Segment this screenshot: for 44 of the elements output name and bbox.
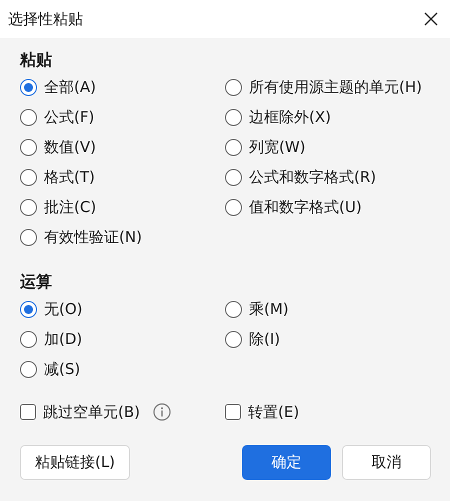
radio-button[interactable] xyxy=(20,228,37,246)
checkbox-label[interactable]: 转置(E) xyxy=(248,402,300,422)
radio-button[interactable] xyxy=(225,330,242,348)
confirm-button[interactable]: 确定 xyxy=(242,445,331,480)
radio-button[interactable] xyxy=(20,300,37,318)
window-title: 选择性粘贴 xyxy=(8,10,83,28)
radio-button[interactable] xyxy=(225,138,242,156)
close-icon[interactable] xyxy=(424,12,438,26)
radio-label[interactable]: 公式(F) xyxy=(44,108,94,126)
checkbox[interactable] xyxy=(20,404,36,420)
radio-button[interactable] xyxy=(225,108,242,126)
radio-button[interactable] xyxy=(225,78,242,96)
dialog-button[interactable]: 取消 xyxy=(342,445,431,480)
radio-label[interactable]: 乘(M) xyxy=(249,300,289,318)
radio-button[interactable] xyxy=(20,330,37,348)
radio-label[interactable]: 所有使用源主题的单元(H) xyxy=(249,78,422,96)
radio-button[interactable] xyxy=(225,300,242,318)
radio-label[interactable]: 格式(T) xyxy=(44,168,95,186)
radio-label[interactable]: 除(I) xyxy=(249,330,280,348)
radio-button[interactable] xyxy=(20,360,37,378)
radio-button[interactable] xyxy=(20,168,37,186)
radio-label[interactable]: 全部(A) xyxy=(44,78,96,96)
radio-label[interactable]: 列宽(W) xyxy=(249,138,306,156)
dialog-button[interactable]: 粘贴链接(L) xyxy=(20,445,130,480)
radio-button[interactable] xyxy=(225,168,242,186)
checkbox-label[interactable]: 跳过空单元(B) xyxy=(43,402,140,422)
radio-label[interactable]: 减(S) xyxy=(44,360,80,378)
radio-label[interactable]: 值和数字格式(U) xyxy=(249,198,362,216)
checkbox[interactable] xyxy=(225,404,241,420)
section-heading: 运算 xyxy=(20,271,52,293)
radio-label[interactable]: 有效性验证(N) xyxy=(44,228,142,246)
info-icon[interactable] xyxy=(153,403,171,421)
radio-label[interactable]: 公式和数字格式(R) xyxy=(249,168,376,186)
radio-button[interactable] xyxy=(20,198,37,216)
radio-label[interactable]: 批注(C) xyxy=(44,198,96,216)
radio-label[interactable]: 边框除外(X) xyxy=(249,108,331,126)
radio-button[interactable] xyxy=(225,198,242,216)
radio-label[interactable]: 无(O) xyxy=(44,300,83,318)
radio-button[interactable] xyxy=(20,78,37,96)
radio-button[interactable] xyxy=(20,138,37,156)
section-heading: 粘贴 xyxy=(20,49,52,71)
radio-label[interactable]: 数值(V) xyxy=(44,138,96,156)
radio-button[interactable] xyxy=(20,108,37,126)
radio-label[interactable]: 加(D) xyxy=(44,330,82,348)
